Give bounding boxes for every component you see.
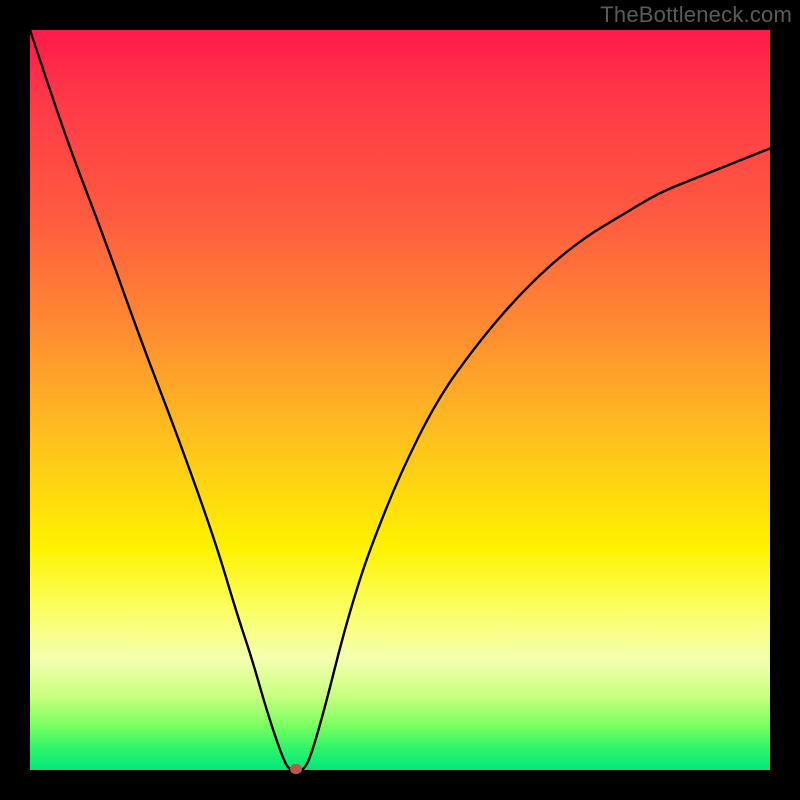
cusp-marker	[290, 764, 302, 774]
watermark-text: TheBottleneck.com	[600, 2, 792, 28]
chart-frame: TheBottleneck.com	[0, 0, 800, 800]
curve-layer	[30, 30, 770, 770]
bottleneck-curve	[30, 30, 770, 770]
